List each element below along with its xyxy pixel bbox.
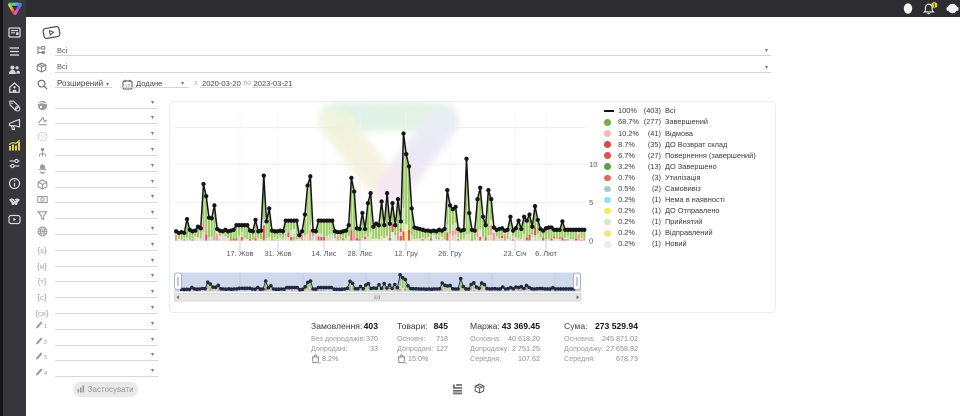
svg-text:12. Гру: 12. Гру: [394, 249, 418, 258]
svg-text:14. Лис: 14. Лис: [311, 249, 336, 258]
svg-text:10: 10: [589, 160, 597, 169]
svg-text:0: 0: [589, 236, 593, 245]
svg-text:5: 5: [589, 198, 593, 207]
svg-text:x: x: [319, 359, 321, 363]
svg-text:23. Січ: 23. Січ: [503, 249, 526, 258]
svg-text:6. Лют: 6. Лют: [535, 249, 557, 258]
svg-text:?: ?: [40, 134, 44, 141]
svg-text:28. Лис: 28. Лис: [347, 249, 372, 258]
svg-text:17. Жов: 17. Жов: [226, 249, 253, 258]
svg-text:31. Жов: 31. Жов: [264, 249, 291, 258]
svg-text:26. Гру: 26. Гру: [438, 249, 462, 258]
svg-text:x: x: [405, 359, 407, 363]
